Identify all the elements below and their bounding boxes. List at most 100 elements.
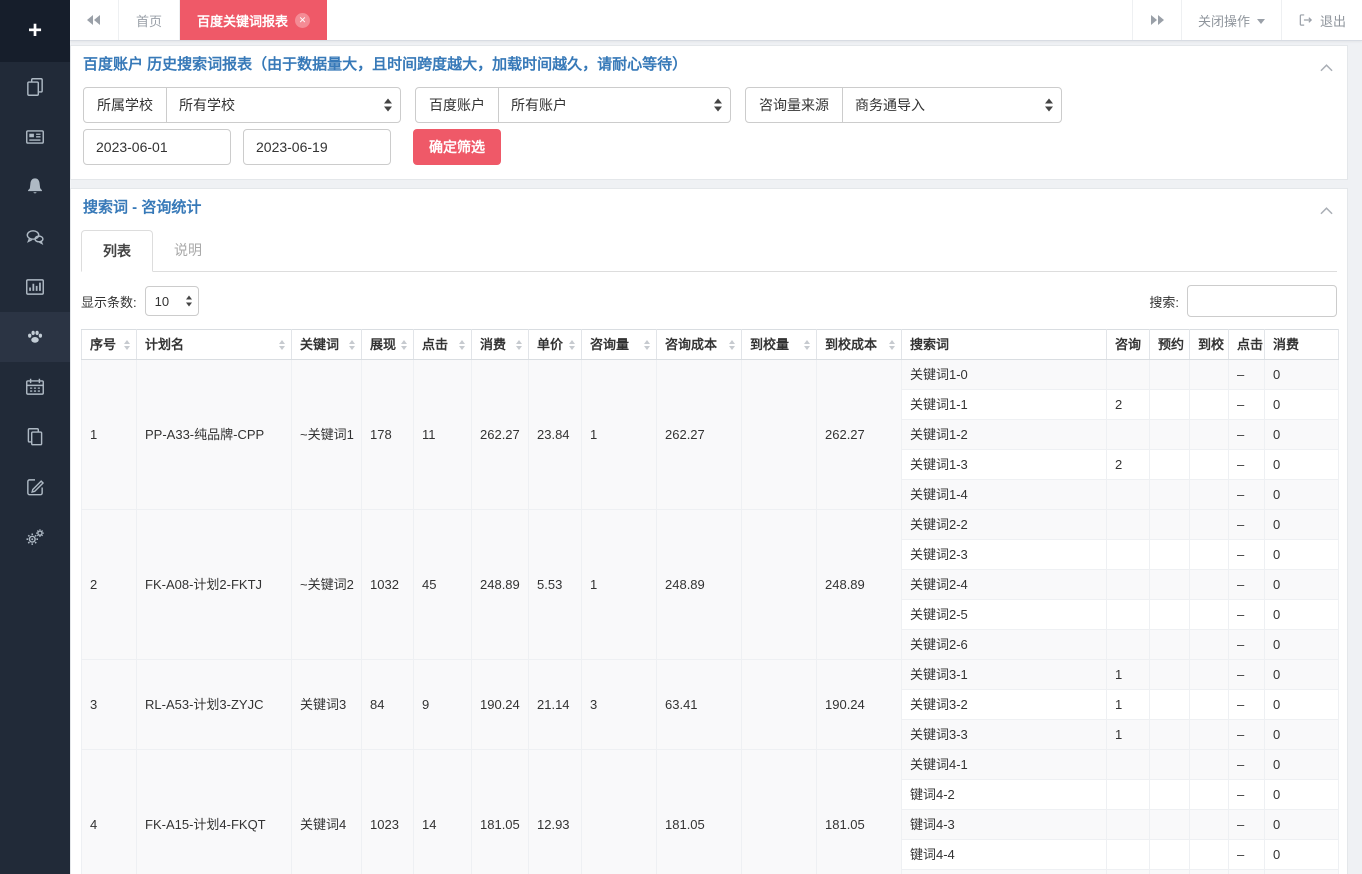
sort-icon[interactable] [349, 340, 355, 350]
cell-arrive [1190, 630, 1229, 660]
page-tab-0[interactable]: 首页 [119, 0, 180, 40]
stats-panel-header: 搜索词 - 咨询统计 [71, 189, 1347, 226]
titlebar: 首页百度关键词报表✕ 关闭操作 退出 [70, 0, 1362, 41]
filter-select-1[interactable]: 所有账户 [498, 87, 731, 123]
cell-arrive [1190, 570, 1229, 600]
cell-term: 关键词2-2 [902, 510, 1107, 540]
cell-reserve [1150, 660, 1190, 690]
sort-icon[interactable] [644, 340, 650, 350]
sidebar-item-bar-chart[interactable] [0, 262, 70, 312]
cell-keyword: ~关键词1 [292, 360, 362, 510]
collapse-chevron-icon[interactable] [1320, 202, 1333, 219]
sort-icon[interactable] [459, 340, 465, 350]
sort-icon[interactable] [516, 340, 522, 350]
sidebar-item-bell[interactable] [0, 162, 70, 212]
cell-inquiry_cost: 262.27 [657, 360, 742, 510]
logout-button[interactable]: 退出 [1281, 0, 1362, 40]
cell-seq: 1 [82, 360, 137, 510]
cell-arrival_cost: 248.89 [817, 510, 902, 660]
column-header-16: 消费 [1265, 330, 1339, 360]
sidebar-item-comments[interactable] [0, 212, 70, 262]
date-from-input[interactable] [83, 129, 231, 165]
column-header-0[interactable]: 序号 [82, 330, 137, 360]
close-operations-menu[interactable]: 关闭操作 [1181, 0, 1281, 40]
stats-panel: 搜索词 - 咨询统计 列表说明 显示条数: 10 搜索: 序号计划名 关键词展现点… [70, 188, 1348, 874]
column-header-label: 点击 [422, 337, 448, 352]
date-to-input[interactable] [243, 129, 391, 165]
column-header-1[interactable]: 计划名 [137, 330, 292, 360]
close-operations-label: 关闭操作 [1198, 11, 1250, 30]
cell-spend: 0 [1265, 420, 1339, 450]
header-row: 序号计划名关键词展现点击消费单价咨询量咨询成本到校量到校成本搜索词咨询预约到校点… [82, 330, 1339, 360]
sort-icon[interactable] [279, 340, 285, 350]
tab-close-icon[interactable]: ✕ [295, 13, 310, 28]
column-header-label: 计划名 [145, 337, 184, 352]
table-row: 4FK-A15-计划4-FKQT关键词4102314181.0512.93181… [82, 750, 1339, 780]
table-controls: 显示条数: 10 搜索: [71, 272, 1347, 329]
tab-notes[interactable]: 说明 [153, 230, 223, 272]
sidebar-item-paste[interactable] [0, 412, 70, 462]
column-header-7[interactable]: 咨询量 [582, 330, 657, 360]
sidebar-item-edit[interactable] [0, 462, 70, 512]
cell-clicks: 9 [414, 660, 472, 750]
cell-arrival_cost: 262.27 [817, 360, 902, 510]
tab-list[interactable]: 列表 [81, 230, 153, 272]
page-tab-1[interactable]: 百度关键词报表✕ [180, 0, 327, 40]
cell-click: – [1229, 480, 1265, 510]
cell-spend: 190.24 [472, 660, 529, 750]
cell-arrivals [742, 750, 817, 874]
cell-arrive [1190, 840, 1229, 870]
cell-term: 关键词1-0 [902, 360, 1107, 390]
cell-inquiry [1107, 870, 1150, 874]
cell-clicks: 14 [414, 750, 472, 874]
sidebar-item-newspaper[interactable] [0, 112, 70, 162]
cell-plan: FK-A08-计划2-FKTJ [137, 510, 292, 660]
sign-out-icon [1298, 13, 1313, 27]
filter-select-0[interactable]: 所有学校 [166, 87, 401, 123]
cell-clicks: 11 [414, 360, 472, 510]
column-header-label: 预约 [1158, 337, 1184, 352]
cell-reserve [1150, 840, 1190, 870]
cell-clicks: 45 [414, 510, 472, 660]
column-header-3[interactable]: 展现 [362, 330, 414, 360]
sort-icon[interactable] [804, 340, 810, 350]
cell-term: 关键词4-1 [902, 750, 1107, 780]
collapse-chevron-icon[interactable] [1320, 59, 1333, 76]
sidebar-item-copy[interactable] [0, 62, 70, 112]
search-input[interactable] [1187, 285, 1337, 317]
cell-reserve [1150, 870, 1190, 874]
sidebar-item-paw[interactable] [0, 312, 70, 362]
content-area: 百度账户 历史搜索词报表（由于数据量大，且时间跨度越大，加载时间越久，请耐心等待… [70, 40, 1362, 874]
apply-filter-button[interactable]: 确定筛选 [413, 129, 501, 165]
column-header-2[interactable]: 关键词 [292, 330, 362, 360]
cell-arrive [1190, 720, 1229, 750]
cell-inquiry [1107, 510, 1150, 540]
filter-select-2[interactable]: 商务通导入 [842, 87, 1062, 123]
cell-click: – [1229, 420, 1265, 450]
sort-icon[interactable] [124, 340, 130, 350]
cell-click: – [1229, 570, 1265, 600]
sidebar-item-calendar[interactable] [0, 362, 70, 412]
sort-icon[interactable] [569, 340, 575, 350]
column-header-10[interactable]: 到校成本 [817, 330, 902, 360]
date-filter-row: 确定筛选 [71, 129, 1347, 179]
tabs-scroll-left-button[interactable] [70, 0, 119, 40]
page-size-select[interactable]: 10 [145, 286, 199, 316]
column-header-4[interactable]: 点击 [414, 330, 472, 360]
tabs-scroll-right-button[interactable] [1132, 0, 1181, 40]
cell-inquiry: 1 [1107, 660, 1150, 690]
cell-reserve [1150, 450, 1190, 480]
filter-panel-title: 百度账户 历史搜索词报表（由于数据量大，且时间跨度越大，加载时间越久，请耐心等待… [83, 56, 687, 73]
column-header-6[interactable]: 单价 [529, 330, 582, 360]
sort-icon[interactable] [889, 340, 895, 350]
add-button[interactable]: + [0, 0, 70, 62]
column-header-5[interactable]: 消费 [472, 330, 529, 360]
cell-term: 关键词3-1 [902, 660, 1107, 690]
column-header-9[interactable]: 到校量 [742, 330, 817, 360]
sort-icon[interactable] [401, 340, 407, 350]
sort-icon[interactable] [729, 340, 735, 350]
column-header-8[interactable]: 咨询成本 [657, 330, 742, 360]
cell-inquiry [1107, 600, 1150, 630]
cell-click: – [1229, 780, 1265, 810]
sidebar-item-gears[interactable] [0, 512, 70, 562]
